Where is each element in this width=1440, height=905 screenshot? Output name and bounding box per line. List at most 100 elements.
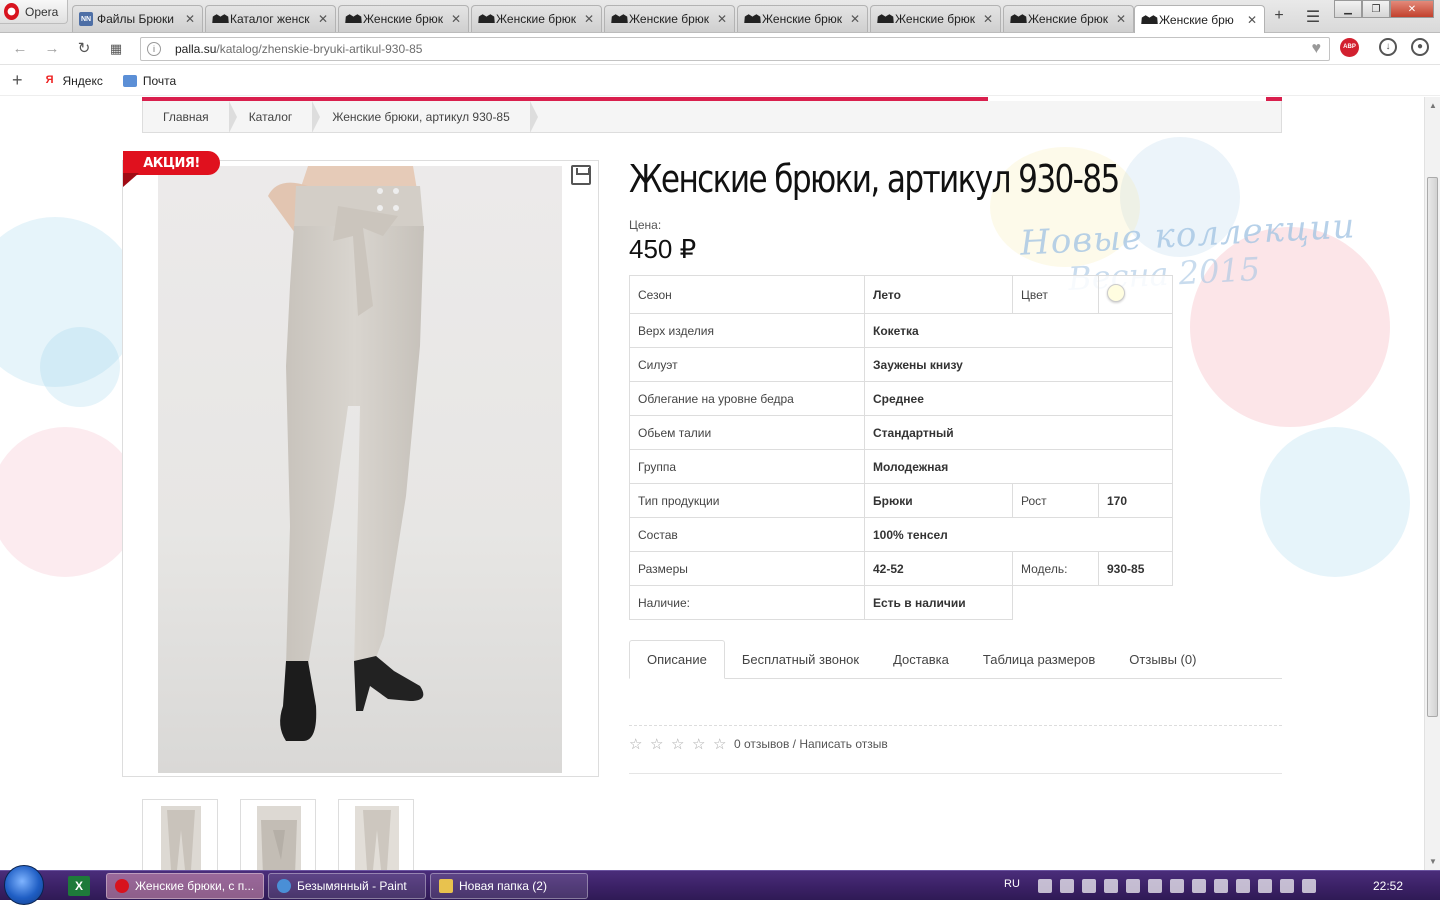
tab-delivery[interactable]: Доставка: [876, 640, 966, 679]
browser-tab[interactable]: ☗☗ Каталог женск ✕: [205, 5, 336, 32]
forward-icon[interactable]: →: [42, 39, 62, 59]
reload-icon[interactable]: ↻: [74, 39, 94, 59]
tab-title: Женские брюк: [1028, 12, 1108, 26]
add-bookmark-icon[interactable]: +: [12, 70, 23, 91]
taskbar-item-folder[interactable]: Новая папка (2): [430, 873, 588, 899]
close-tab-icon[interactable]: ✕: [716, 12, 728, 26]
adblock-icon[interactable]: ABP: [1340, 38, 1359, 57]
bookmark-mail[interactable]: Почта: [122, 74, 176, 88]
tab-title: Файлы Брюки: [97, 12, 174, 26]
close-tab-icon[interactable]: ✕: [1115, 12, 1127, 26]
opera-menu-button[interactable]: Opera: [0, 0, 68, 24]
close-tab-icon[interactable]: ✕: [1246, 13, 1258, 27]
account-icon[interactable]: ●: [1411, 38, 1429, 56]
taskbar-item-opera[interactable]: Женские брюки, с п...: [106, 873, 264, 899]
tab-reviews[interactable]: Отзывы (0): [1112, 640, 1213, 679]
tray-globe-icon[interactable]: [1302, 879, 1316, 893]
scroll-down-icon[interactable]: ▼: [1429, 857, 1437, 866]
yandex-icon: Я: [45, 73, 54, 86]
tray-update-icon[interactable]: [1192, 879, 1206, 893]
breadcrumb-home[interactable]: Главная: [143, 100, 237, 133]
breadcrumb-current[interactable]: Женские брюки, артикул 930-85: [312, 100, 539, 133]
download-icon[interactable]: ↓: [1379, 38, 1397, 56]
taskbar-item-paint[interactable]: Безымянный - Paint: [268, 873, 426, 899]
heart-icon[interactable]: ♥: [1312, 40, 1322, 58]
browser-tab[interactable]: ☗☗ Женские брюк ✕: [1003, 5, 1134, 32]
tab-description[interactable]: Описание: [629, 640, 725, 679]
browser-tab[interactable]: ☗☗ Женские брюк ✕: [338, 5, 469, 32]
back-icon[interactable]: ←: [10, 39, 30, 59]
star-empty-icon[interactable]: ☆: [650, 735, 669, 753]
browser-tab[interactable]: ☗☗ Женские брюк ✕: [737, 5, 868, 32]
tray-media-icon[interactable]: [1258, 879, 1272, 893]
browser-tab-active[interactable]: ☗☗ Женские брю ✕: [1134, 5, 1265, 33]
star-empty-icon[interactable]: ☆: [713, 735, 732, 753]
star-empty-icon[interactable]: ☆: [692, 735, 711, 753]
minimize-icon[interactable]: ▁: [1334, 0, 1362, 18]
browser-tab[interactable]: ☗☗ Женские брюк ✕: [471, 5, 602, 32]
rating-row: ☆ ☆ ☆ ☆ ☆ 0 отзывов / Написать отзыв: [629, 735, 888, 753]
page-scrollbar[interactable]: ▲ ▼: [1424, 97, 1440, 870]
start-button[interactable]: [4, 865, 44, 905]
close-tab-icon[interactable]: ✕: [317, 12, 329, 26]
browser-tab[interactable]: ☗☗ Женские брюк ✕: [870, 5, 1001, 32]
tray-torrent-icon[interactable]: [1214, 879, 1228, 893]
thumbnail-2[interactable]: [240, 799, 316, 870]
close-tab-icon[interactable]: ✕: [583, 12, 595, 26]
breadcrumb-catalog[interactable]: Каталог: [229, 100, 320, 133]
tab-menu-icon[interactable]: ☰: [1302, 7, 1324, 27]
page-content: Главная Каталог Женские брюки, артикул 9…: [0, 97, 1424, 870]
star-empty-icon[interactable]: ☆: [671, 735, 690, 753]
close-tab-icon[interactable]: ✕: [184, 12, 196, 26]
new-tab-icon[interactable]: +: [1268, 7, 1290, 25]
excel-icon[interactable]: X: [68, 876, 90, 896]
empty-cell: [1099, 586, 1173, 620]
tray-volume-icon[interactable]: [1236, 879, 1250, 893]
palla-icon: ☗☗: [610, 12, 629, 26]
maximize-icon[interactable]: ❐: [1362, 0, 1390, 18]
tray-app-icon[interactable]: [1060, 879, 1074, 893]
nn-icon: NN: [79, 12, 93, 26]
opera-logo-icon: [4, 3, 19, 20]
spec-value: Среднее: [864, 381, 1173, 416]
browser-tab[interactable]: NN Файлы Брюки ✕: [72, 5, 203, 32]
reviews-link[interactable]: 0 отзывов / Написать отзыв: [734, 737, 888, 751]
tray-tool-icon[interactable]: [1280, 879, 1294, 893]
color-swatch[interactable]: [1107, 284, 1125, 302]
bookmarks-bar: + Я Яндекс Почта: [0, 66, 1440, 96]
url-input[interactable]: i palla.su/katalog/zhenskie-bryuki-artik…: [140, 37, 1330, 61]
star-empty-icon[interactable]: ☆: [629, 735, 648, 753]
tray-clipboard-icon[interactable]: [1104, 879, 1118, 893]
tray-monitor-icon[interactable]: [1038, 879, 1052, 893]
tray-battery-icon[interactable]: [1170, 879, 1184, 893]
close-tab-icon[interactable]: ✕: [450, 12, 462, 26]
language-indicator[interactable]: RU: [1004, 878, 1020, 890]
browser-tab[interactable]: ☗☗ Женские брюк ✕: [604, 5, 735, 32]
tab-free-call[interactable]: Бесплатный звонок: [725, 640, 876, 679]
close-tab-icon[interactable]: ✕: [982, 12, 994, 26]
trousers-thumbnail-icon: [257, 806, 301, 870]
thumbnail-1[interactable]: [142, 799, 218, 870]
close-tab-icon[interactable]: ✕: [849, 12, 861, 26]
spec-value: Брюки: [864, 483, 1013, 518]
product-tabs: Описание Бесплатный звонок Доставка Табл…: [629, 640, 1282, 679]
spec-label: Состав: [629, 517, 865, 552]
site-info-icon[interactable]: i: [147, 42, 161, 56]
tray-flag-icon[interactable]: [1126, 879, 1140, 893]
tray-shield-icon[interactable]: [1082, 879, 1096, 893]
scrollbar-thumb[interactable]: [1427, 177, 1438, 717]
speed-dial-icon[interactable]: ▦: [106, 39, 126, 59]
spec-value: 930-85: [1098, 551, 1173, 586]
scroll-up-icon[interactable]: ▲: [1429, 101, 1437, 110]
url-host: palla.su: [175, 42, 217, 56]
close-window-icon[interactable]: ✕: [1390, 0, 1434, 18]
divider: [629, 773, 1282, 774]
bookmark-yandex[interactable]: Я Яндекс: [43, 74, 103, 88]
tab-size-chart[interactable]: Таблица размеров: [966, 640, 1112, 679]
thumbnail-3[interactable]: [338, 799, 414, 870]
tray-network-icon[interactable]: [1148, 879, 1162, 893]
save-icon[interactable]: [571, 165, 591, 185]
flower-decoration: [40, 327, 120, 407]
product-photo[interactable]: [158, 166, 562, 773]
clock[interactable]: 22:52: [1373, 879, 1403, 893]
